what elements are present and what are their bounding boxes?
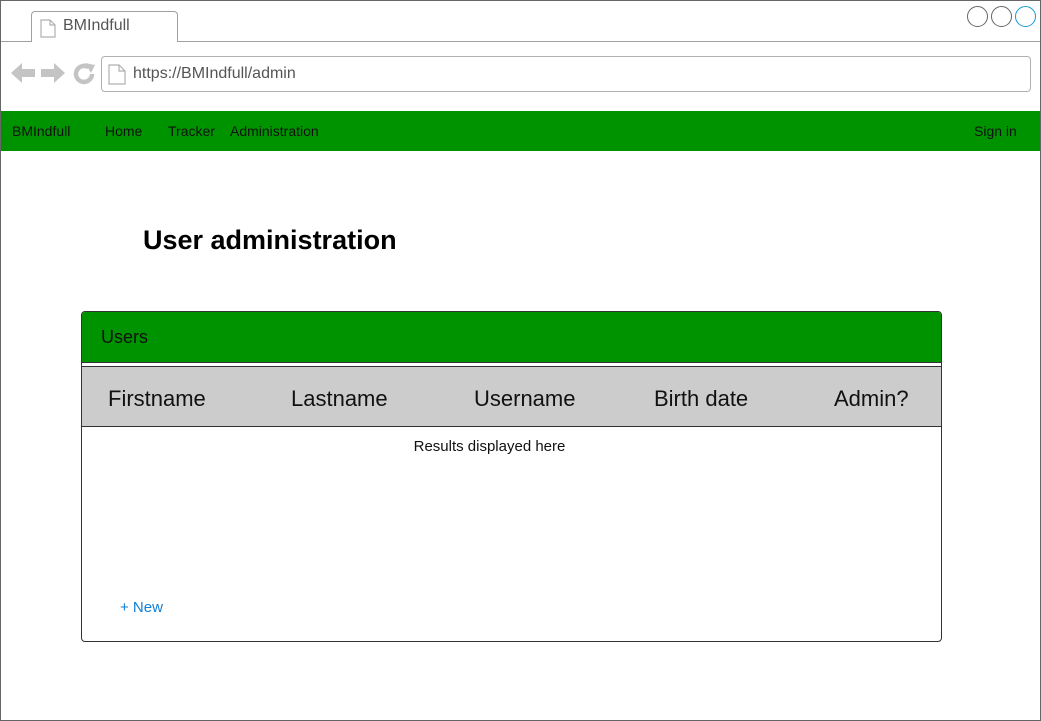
browser-window: BMIndfull https://BMIndfull/admin BMIndf…: [0, 0, 1041, 721]
brand-link[interactable]: BMIndfull: [12, 123, 70, 139]
panel-title: Users: [101, 327, 149, 347]
nav-administration[interactable]: Administration: [230, 123, 319, 139]
url-text: https://BMIndfull/admin: [133, 65, 296, 82]
column-header-username[interactable]: Username: [474, 386, 575, 412]
url-bar[interactable]: https://BMIndfull/admin: [101, 56, 1031, 92]
table-header: Firstname Lastname Username Birth date A…: [82, 366, 941, 427]
nav-home[interactable]: Home: [105, 123, 142, 139]
results-placeholder: Results displayed here: [413, 438, 566, 455]
app-navbar: BMIndfull Home Tracker Administration Si…: [1, 111, 1040, 151]
reload-icon[interactable]: [72, 62, 96, 91]
tab-bar: BMIndfull: [1, 1, 1040, 42]
column-header-lastname[interactable]: Lastname: [291, 386, 388, 412]
browser-tab[interactable]: BMIndfull: [31, 11, 178, 42]
minimize-icon[interactable]: [967, 6, 988, 27]
users-panel: Users Firstname Lastname Username Birth …: [81, 311, 942, 642]
address-row: https://BMIndfull/admin: [1, 42, 1040, 111]
sign-in-link[interactable]: Sign in: [974, 123, 1017, 139]
panel-header: Users: [82, 312, 941, 363]
page-title: User administration: [143, 225, 397, 255]
maximize-icon[interactable]: [991, 6, 1012, 27]
column-header-firstname[interactable]: Firstname: [108, 386, 206, 412]
arrow-right-icon[interactable]: [41, 62, 65, 89]
new-user-link[interactable]: + New: [120, 599, 163, 616]
column-header-admin[interactable]: Admin?: [834, 386, 909, 412]
close-icon[interactable]: [1015, 6, 1036, 27]
tab-title: BMIndfull: [63, 17, 130, 34]
arrow-left-icon[interactable]: [11, 62, 35, 89]
page-icon: [108, 64, 126, 90]
page-icon: [40, 19, 56, 43]
window-controls: [967, 6, 1036, 27]
column-header-birth-date[interactable]: Birth date: [654, 386, 748, 412]
nav-tracker[interactable]: Tracker: [168, 123, 215, 139]
